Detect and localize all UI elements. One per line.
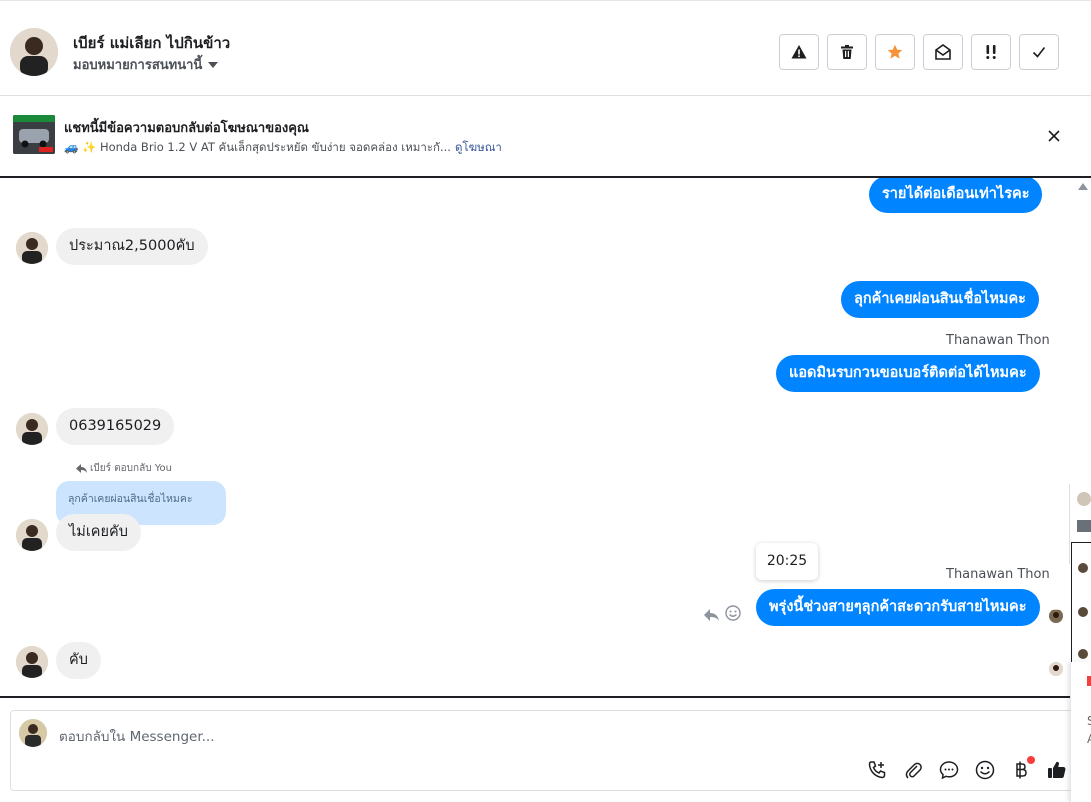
side-drawer-text: A xyxy=(1087,732,1091,746)
avatar xyxy=(16,232,48,264)
conversation-header: เบียร์ แม่เลียก ไปกินข้าว มอบหมายการสนทน… xyxy=(0,0,1091,96)
ad-description: 🚙 ✨ Honda Brio 1.2 V AT คันเล็กสุดประหยั… xyxy=(64,140,451,154)
contact-avatar[interactable] xyxy=(10,28,58,76)
avatar xyxy=(16,646,48,678)
phone-plus-icon xyxy=(868,761,886,779)
ad-banner-subtitle: 🚙 ✨ Honda Brio 1.2 V AT คันเล็กสุดประหยั… xyxy=(64,139,502,157)
header-actions xyxy=(779,34,1059,70)
chevron-down-icon xyxy=(208,61,219,68)
message-outgoing[interactable]: พรุ่งนี้ช่วงสายๆลุกค้าสะดวกรับสายไหมคะ xyxy=(756,589,1040,626)
paperclip-icon xyxy=(905,762,922,779)
message-outgoing[interactable]: แอดมินรบกวนขอเบอร์ติดต่อได้ไหมคะ xyxy=(776,355,1040,392)
notification-dot xyxy=(1027,756,1035,764)
sender-name: Thanawan Thon xyxy=(946,333,1050,348)
seen-avatar xyxy=(1049,609,1063,623)
envelope-open-icon xyxy=(935,44,951,60)
close-banner-button[interactable] xyxy=(1044,126,1064,146)
call-button[interactable] xyxy=(866,759,888,781)
avatar xyxy=(16,519,48,551)
reply-icon[interactable] xyxy=(704,606,719,625)
like-button[interactable] xyxy=(1046,759,1068,781)
avatar[interactable] xyxy=(1077,492,1091,506)
ad-thumbnail[interactable] xyxy=(13,115,55,154)
seen-avatar xyxy=(1049,662,1063,676)
side-drawer-text: S xyxy=(1087,714,1091,728)
avatar[interactable] xyxy=(1078,563,1088,573)
attach-button[interactable] xyxy=(902,759,924,781)
timestamp-tooltip: 20:25 xyxy=(756,543,818,580)
report-button[interactable] xyxy=(779,34,819,70)
message-composer[interactable]: ตอบกลับใน Messenger... xyxy=(10,710,1078,791)
emoji-button[interactable] xyxy=(974,759,996,781)
message-thread[interactable]: รายได้ต่อเดือนเท่าไรคะ ประมาณ2,5000คับ ล… xyxy=(0,176,1091,698)
check-icon xyxy=(1032,47,1046,58)
delete-button[interactable] xyxy=(827,34,867,70)
page-avatar xyxy=(19,719,47,747)
payment-button[interactable] xyxy=(1010,756,1035,781)
scroll-up-arrow-icon[interactable] xyxy=(1078,183,1088,190)
ad-thumbnail[interactable] xyxy=(1077,520,1091,532)
star-icon xyxy=(887,44,903,59)
avatar[interactable] xyxy=(1078,649,1088,659)
done-button[interactable] xyxy=(1019,34,1059,70)
reply-note: เบียร์ ตอบกลับ You xyxy=(76,461,172,476)
reply-input[interactable]: ตอบกลับใน Messenger... xyxy=(59,725,215,747)
ad-reply-banner: แชทนี้มีข้อความตอบกลับต่อโฆษณาของคุณ 🚙 ✨… xyxy=(0,96,1091,176)
message-tools xyxy=(704,605,741,625)
message-outgoing[interactable]: รายได้ต่อเดือนเท่าไรคะ xyxy=(869,178,1043,213)
react-emoji-icon[interactable] xyxy=(725,605,741,625)
message-incoming[interactable]: 0639165029 xyxy=(56,408,175,445)
trash-icon xyxy=(841,45,853,59)
view-ad-link[interactable]: ดูโฆษณา xyxy=(455,140,502,154)
message-outgoing[interactable]: ลุกค้าเคยผ่อนสินเชื่อไหมคะ xyxy=(841,281,1039,318)
contact-name[interactable]: เบียร์ แม่เลียก ไปกินข้าว xyxy=(73,31,230,55)
message-incoming[interactable]: คับ xyxy=(56,642,101,679)
follow-up-button[interactable] xyxy=(971,34,1011,70)
exclamation-icon xyxy=(986,45,996,59)
emoji-icon xyxy=(975,760,995,780)
message-incoming[interactable]: ไม่เคยคับ xyxy=(56,514,141,551)
assign-label: มอบหมายการสนทนานี้ xyxy=(73,58,203,73)
star-button[interactable] xyxy=(875,34,915,70)
composer-tools xyxy=(866,756,1068,781)
baht-icon xyxy=(1016,761,1027,779)
avatar xyxy=(16,413,48,445)
side-drawer-edge: S A xyxy=(1070,662,1091,802)
sender-name: Thanawan Thon xyxy=(946,567,1050,582)
close-icon xyxy=(1048,130,1060,142)
reply-arrow-icon xyxy=(76,464,87,473)
saved-replies-button[interactable] xyxy=(938,759,960,781)
notification-badge xyxy=(1087,676,1091,686)
ad-banner-title: แชทนี้มีข้อความตอบกลับต่อโฆษณาของคุณ xyxy=(64,121,309,136)
assign-conversation-dropdown[interactable]: มอบหมายการสนทนานี้ xyxy=(73,54,219,75)
warning-icon xyxy=(791,45,807,59)
message-incoming[interactable]: ประมาณ2,5000คับ xyxy=(56,228,208,265)
reply-note-text: เบียร์ ตอบกลับ You xyxy=(90,463,172,474)
mark-unread-button[interactable] xyxy=(923,34,963,70)
avatar[interactable] xyxy=(1078,607,1088,617)
thumbs-up-icon xyxy=(1048,761,1066,778)
chat-bubble-icon xyxy=(939,761,959,780)
